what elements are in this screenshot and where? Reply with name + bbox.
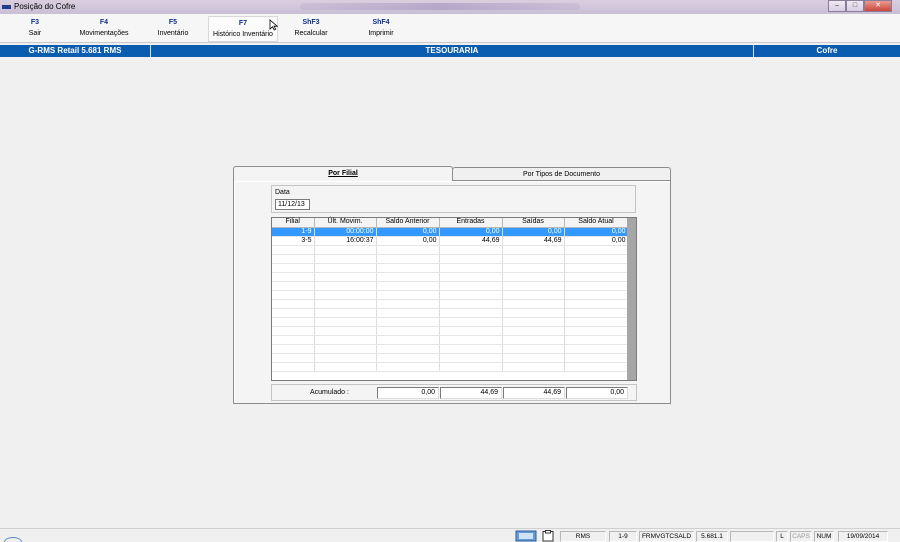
cofre-panel: Por Filial Por Tipos de Documento Data 1… [233, 166, 671, 404]
status-caps-indicator: CAPS [790, 531, 812, 542]
cell-saidas: 0,00 [502, 227, 565, 237]
column-header-entradas[interactable]: Entradas [439, 218, 503, 228]
empty-row [272, 245, 629, 255]
titlebar-blurred-text [300, 3, 580, 10]
tab-content: Data 11/12/13 Filial Últ. Movim. Saldo A… [233, 180, 671, 404]
status-l-indicator: L [776, 531, 788, 542]
balance-grid: Filial Últ. Movim. Saldo Anterior Entrad… [271, 217, 637, 381]
close-button[interactable]: ✕ [864, 0, 892, 12]
status-num-indicator: NUM [814, 531, 834, 542]
cell-filial: 1-9 [272, 227, 315, 237]
cell-saldo-anterior: 0,00 [376, 236, 440, 246]
table-header-row: Filial Últ. Movim. Saldo Anterior Entrad… [272, 218, 629, 228]
screen-name: Cofre [816, 46, 838, 55]
window-controls: – □ ✕ [828, 0, 892, 12]
status-date: 19/09/2014 [838, 531, 888, 542]
toolbar-key: F5 [168, 19, 178, 26]
tab-por-filial[interactable]: Por Filial [233, 166, 453, 181]
empty-row [272, 326, 629, 336]
column-header-saidas[interactable]: Saídas [502, 218, 565, 228]
toolbar-label: Imprimir [368, 30, 394, 37]
toolbar-key: F7 [238, 20, 248, 27]
tab-label: Por Filial [328, 170, 358, 177]
empty-row [272, 308, 629, 318]
table-row[interactable]: 1-9 00:00:00 0,00 0,00 0,00 0,00 [272, 227, 629, 237]
column-header-saldo-atual[interactable]: Saldo Atual [564, 218, 629, 228]
balance-table: Filial Últ. Movim. Saldo Anterior Entrad… [272, 218, 629, 372]
toolbar-recalcular-button[interactable]: ShF3 Recalcular [290, 17, 332, 39]
cell-ult-movim: 16:00:37 [314, 236, 377, 246]
cell-entradas: 0,00 [439, 227, 503, 237]
toolbar-key: F3 [30, 19, 40, 26]
status-empty [730, 531, 774, 542]
toolbar-imprimir-button[interactable]: ShF4 Imprimir [362, 17, 400, 39]
status-version: 5.681.1 [696, 531, 728, 542]
column-header-filial[interactable]: Filial [272, 218, 315, 228]
total-saidas: 44,69 [503, 387, 565, 399]
column-header-saldo-anterior[interactable]: Saldo Anterior [376, 218, 440, 228]
column-header-ult-movim[interactable]: Últ. Movim. [314, 218, 377, 228]
status-bar: RMS 1-9 FRMVGTCSALD 5.681.1 L CAPS NUM 1… [0, 528, 900, 542]
date-label: Data [275, 189, 290, 196]
window-title: Posição do Cofre [14, 2, 76, 11]
empty-row [272, 263, 629, 273]
grid-scrollbar[interactable] [627, 218, 636, 380]
cell-saldo-atual: 0,00 [564, 236, 629, 246]
app-icon [2, 3, 12, 11]
empty-row [272, 344, 629, 354]
toolbar-label: Inventário [157, 30, 189, 37]
minimize-button[interactable]: – [828, 0, 846, 12]
toolbar-label: Histórico Inventário [213, 31, 273, 38]
total-entradas: 44,69 [440, 387, 502, 399]
toolbar-key: F4 [99, 19, 109, 26]
mouse-cursor-icon [269, 19, 279, 31]
totals-label: Acumulado : [310, 389, 349, 396]
status-system: RMS [560, 531, 606, 542]
network-icon [515, 530, 537, 542]
date-field[interactable]: 11/12/13 [275, 199, 310, 210]
toolbar-label: Movimentações [79, 30, 129, 37]
empty-row [272, 254, 629, 264]
module-header-bar: G-RMS Retail 5.681 RMS TESOURARIA Cofre [0, 45, 900, 57]
cell-filial: 3-5 [272, 236, 315, 246]
empty-row [272, 281, 629, 291]
toolbar-key: ShF4 [372, 19, 390, 26]
tab-label: Por Tipos de Documento [522, 171, 601, 178]
cell-saidas: 44,69 [502, 236, 565, 246]
total-saldo-anterior: 0,00 [377, 387, 439, 399]
function-key-toolbar: F3 Sair F4 Movimentações F5 Inventário F… [0, 14, 900, 43]
empty-row [272, 272, 629, 282]
date-group: Data 11/12/13 [271, 185, 636, 213]
window-titlebar: Posição do Cofre – □ ✕ [0, 0, 900, 14]
totals-row: Acumulado : 0,00 44,69 44,69 0,00 [271, 384, 637, 401]
empty-row [272, 299, 629, 309]
toolbar-inventario-button[interactable]: F5 Inventário [154, 17, 192, 39]
product-version: G-RMS Retail 5.681 RMS [28, 46, 122, 55]
cell-entradas: 44,69 [439, 236, 503, 246]
empty-row [272, 362, 629, 372]
total-saldo-atual: 0,00 [566, 387, 628, 399]
empty-row [272, 335, 629, 345]
cell-saldo-anterior: 0,00 [376, 227, 440, 237]
toolbar-movimentacoes-button[interactable]: F4 Movimentações [74, 17, 134, 39]
module-name: TESOURARIA [425, 46, 479, 55]
toolbar-historico-inventario-button[interactable]: F7 Histórico Inventário [208, 16, 278, 42]
start-orb-icon[interactable] [4, 537, 22, 542]
maximize-button[interactable]: □ [846, 0, 864, 12]
tab-por-tipos-documento[interactable]: Por Tipos de Documento [452, 167, 671, 180]
toolbar-sair-button[interactable]: F3 Sair [20, 17, 50, 39]
toolbar-label: Sair [28, 30, 42, 37]
status-program: FRMVGTCSALD [639, 531, 694, 542]
cell-ult-movim: 00:00:00 [314, 227, 377, 237]
table-row[interactable]: 3-5 16:00:37 0,00 44,69 44,69 0,00 [272, 236, 629, 246]
empty-row [272, 290, 629, 300]
empty-row [272, 353, 629, 363]
toolbar-label: Recalcular [294, 30, 328, 37]
clipboard-icon [542, 530, 554, 542]
cell-saldo-atual: 0,00 [564, 227, 629, 237]
status-filial: 1-9 [609, 531, 637, 542]
toolbar-key: ShF3 [302, 19, 320, 26]
empty-row [272, 317, 629, 327]
